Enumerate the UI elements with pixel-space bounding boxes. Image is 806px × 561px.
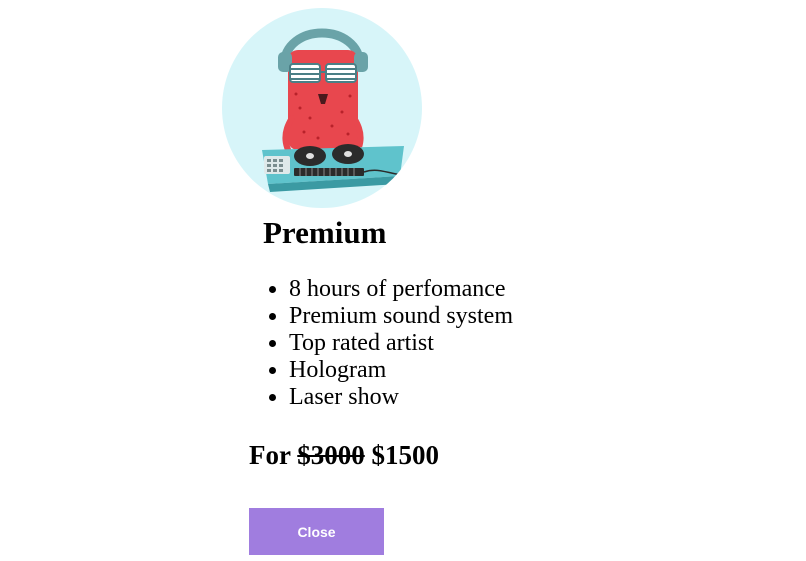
old-price: $3000 <box>297 440 365 470</box>
feature-item: Top rated artist <box>289 330 513 357</box>
plan-title: Premium <box>263 215 387 250</box>
price-line: For $3000 $1500 <box>249 436 439 474</box>
new-price: $1500 <box>371 440 440 470</box>
feature-list: 8 hours of perfomance Premium sound syst… <box>249 276 513 411</box>
feature-item: 8 hours of perfomance <box>289 276 513 303</box>
pricing-plan-card: Premium 8 hours of perfomance Premium so… <box>0 0 806 561</box>
price-prefix: For <box>249 440 291 470</box>
dj-monster-svg <box>262 28 413 192</box>
dj-monster-illustration <box>222 8 422 208</box>
close-button[interactable]: Close <box>249 508 384 555</box>
feature-item: Hologram <box>289 357 513 384</box>
feature-item: Laser show <box>289 384 513 411</box>
feature-item: Premium sound system <box>289 303 513 330</box>
